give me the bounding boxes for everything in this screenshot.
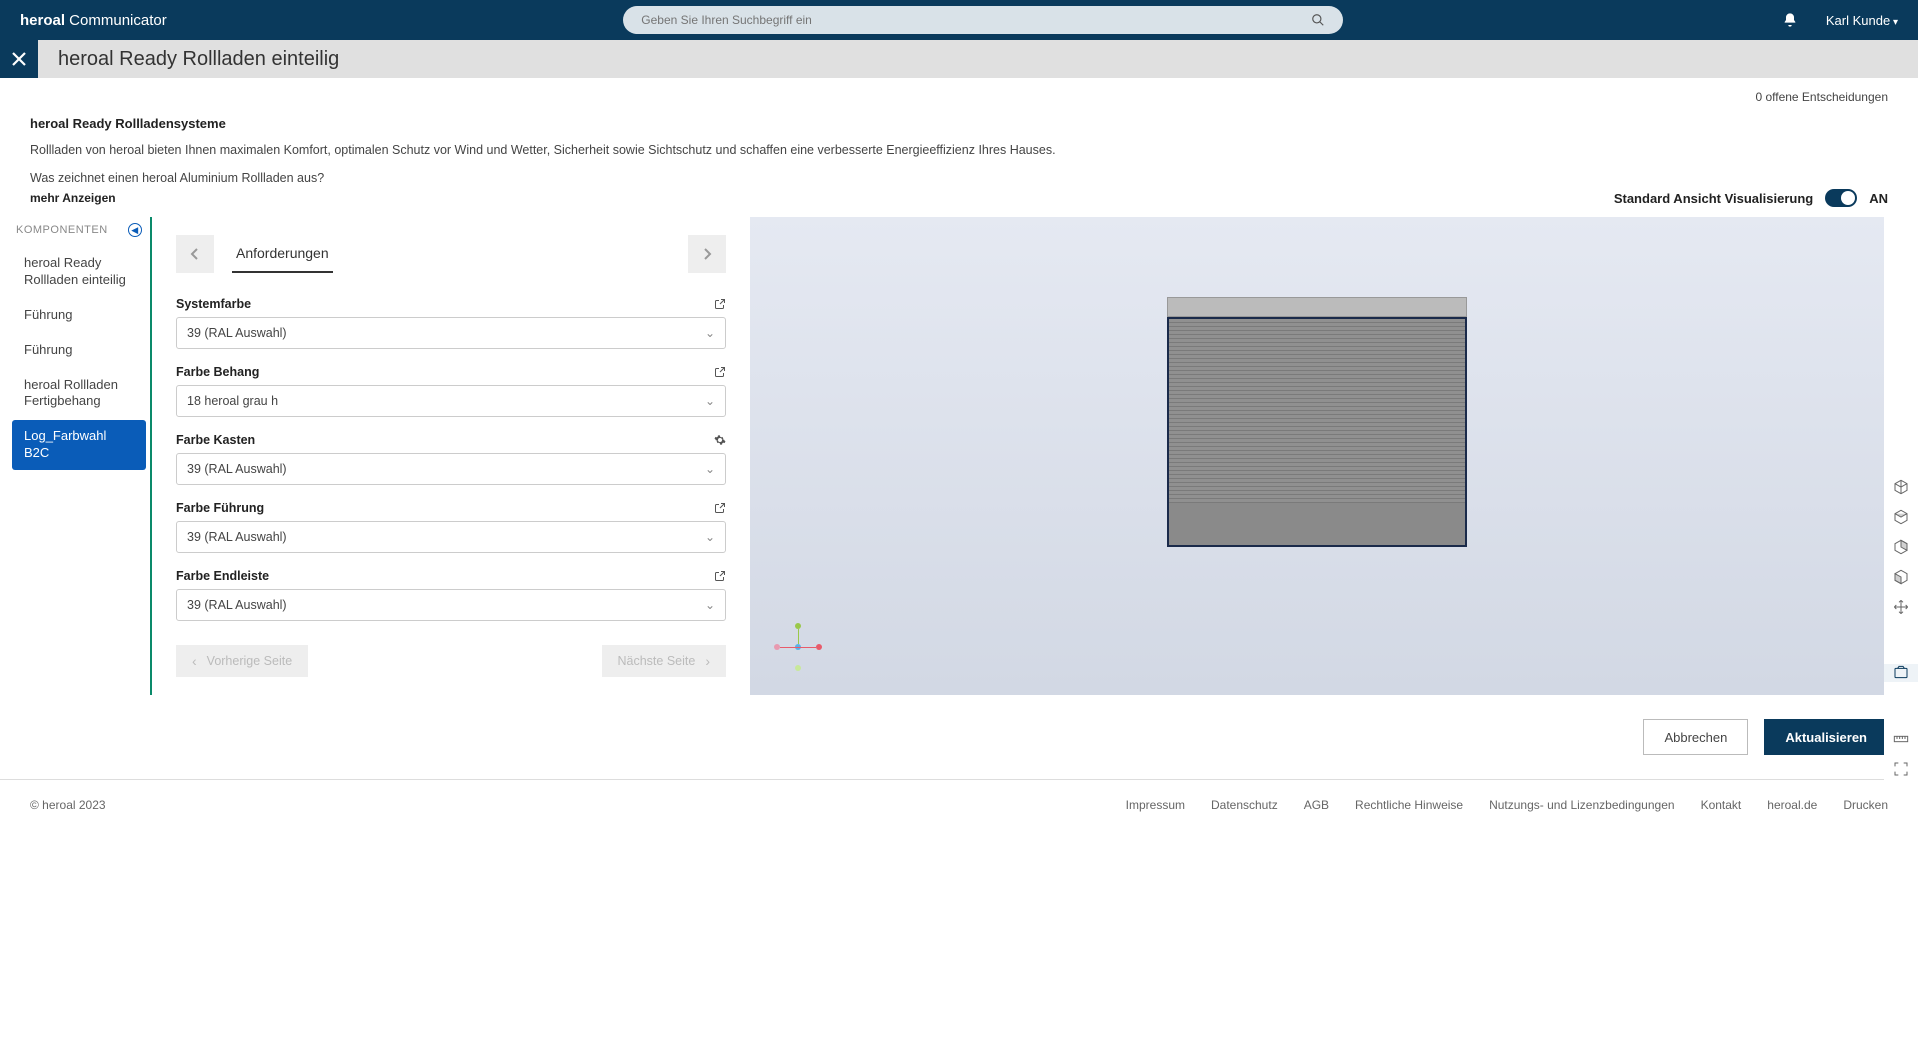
- footer-link-4[interactable]: Nutzungs- und Lizenzbedingungen: [1489, 798, 1674, 812]
- field-select-1[interactable]: 18 heroal grau h: [176, 385, 726, 417]
- field-label-3: Farbe Führung: [176, 501, 264, 515]
- field-label-4: Farbe Endleiste: [176, 569, 269, 583]
- footer-link-6[interactable]: heroal.de: [1767, 798, 1817, 812]
- sidebar-item-2[interactable]: Führung: [12, 334, 146, 367]
- intro-heading: heroal Ready Rollladensysteme: [30, 116, 1888, 131]
- sidebar-item-4[interactable]: Log_Farbwahl B2C: [12, 420, 146, 470]
- intro-question: Was zeichnet einen heroal Aluminium Roll…: [30, 171, 1888, 185]
- field-select-2[interactable]: 39 (RAL Auswahl): [176, 453, 726, 485]
- field-label-1: Farbe Behang: [176, 365, 259, 379]
- field-label-0: Systemfarbe: [176, 297, 251, 311]
- field-select-3[interactable]: 39 (RAL Auswahl): [176, 521, 726, 553]
- footer-link-2[interactable]: AGB: [1304, 798, 1329, 812]
- update-button[interactable]: Aktualisieren: [1764, 719, 1888, 755]
- tab-nav-next[interactable]: [688, 235, 726, 273]
- intro-text: Rollladen von heroal bieten Ihnen maxima…: [30, 143, 1888, 157]
- fullscreen-icon[interactable]: [1892, 760, 1910, 778]
- footer-link-0[interactable]: Impressum: [1126, 798, 1185, 812]
- screenshot-icon[interactable]: [1884, 664, 1918, 682]
- prev-page-button[interactable]: ‹Vorherige Seite: [176, 645, 308, 677]
- view-cube-icon[interactable]: [1892, 478, 1910, 496]
- brand-logo: heroal Communicator: [20, 12, 167, 29]
- move-icon[interactable]: [1892, 598, 1910, 616]
- sidebar-item-1[interactable]: Führung: [12, 299, 146, 332]
- show-more-link[interactable]: mehr Anzeigen: [30, 191, 116, 205]
- external-link-icon[interactable]: [714, 298, 726, 310]
- sidebar-item-0[interactable]: heroal Ready Rollladen einteilig: [12, 247, 146, 297]
- next-page-button[interactable]: Nächste Seite›: [602, 645, 727, 677]
- search-input[interactable]: [623, 6, 1343, 34]
- bell-icon[interactable]: [1782, 12, 1798, 28]
- measure-icon[interactable]: [1892, 730, 1910, 748]
- view-front-icon[interactable]: [1892, 568, 1910, 586]
- external-link-icon[interactable]: [714, 502, 726, 514]
- visualization-state: AN: [1869, 191, 1888, 206]
- page-title: heroal Ready Rollladen einteilig: [38, 48, 339, 71]
- external-link-icon[interactable]: [714, 570, 726, 582]
- field-label-2: Farbe Kasten: [176, 433, 255, 447]
- 3d-preview[interactable]: [750, 217, 1884, 695]
- footer-link-1[interactable]: Datenschutz: [1211, 798, 1278, 812]
- close-icon[interactable]: [0, 40, 38, 78]
- open-decisions: 0 offene Entscheidungen: [0, 78, 1918, 116]
- field-select-4[interactable]: 39 (RAL Auswahl): [176, 589, 726, 621]
- footer-link-3[interactable]: Rechtliche Hinweise: [1355, 798, 1463, 812]
- visualization-toggle[interactable]: [1825, 189, 1857, 207]
- user-menu[interactable]: Karl Kunde: [1826, 13, 1898, 28]
- external-link-icon[interactable]: [714, 366, 726, 378]
- gear-icon[interactable]: [714, 434, 726, 446]
- visualization-label: Standard Ansicht Visualisierung: [1614, 191, 1813, 206]
- view-side-icon[interactable]: [1892, 538, 1910, 556]
- tab-anforderungen[interactable]: Anforderungen: [232, 235, 333, 273]
- axis-gizmo[interactable]: [774, 623, 822, 671]
- sidebar-item-3[interactable]: heroal Rollladen Fertigbehang: [12, 369, 146, 419]
- tab-nav-prev[interactable]: [176, 235, 214, 273]
- footer-link-7[interactable]: Drucken: [1843, 798, 1888, 812]
- view-top-icon[interactable]: [1892, 508, 1910, 526]
- field-select-0[interactable]: 39 (RAL Auswahl): [176, 317, 726, 349]
- cancel-button[interactable]: Abbrechen: [1643, 719, 1748, 755]
- collapse-sidebar-icon[interactable]: ◀: [128, 223, 142, 237]
- search-icon[interactable]: [1311, 6, 1325, 34]
- footer-link-5[interactable]: Kontakt: [1701, 798, 1742, 812]
- footer-copyright: © heroal 2023: [30, 798, 106, 812]
- sidebar-title: KOMPONENTEN: [16, 224, 108, 236]
